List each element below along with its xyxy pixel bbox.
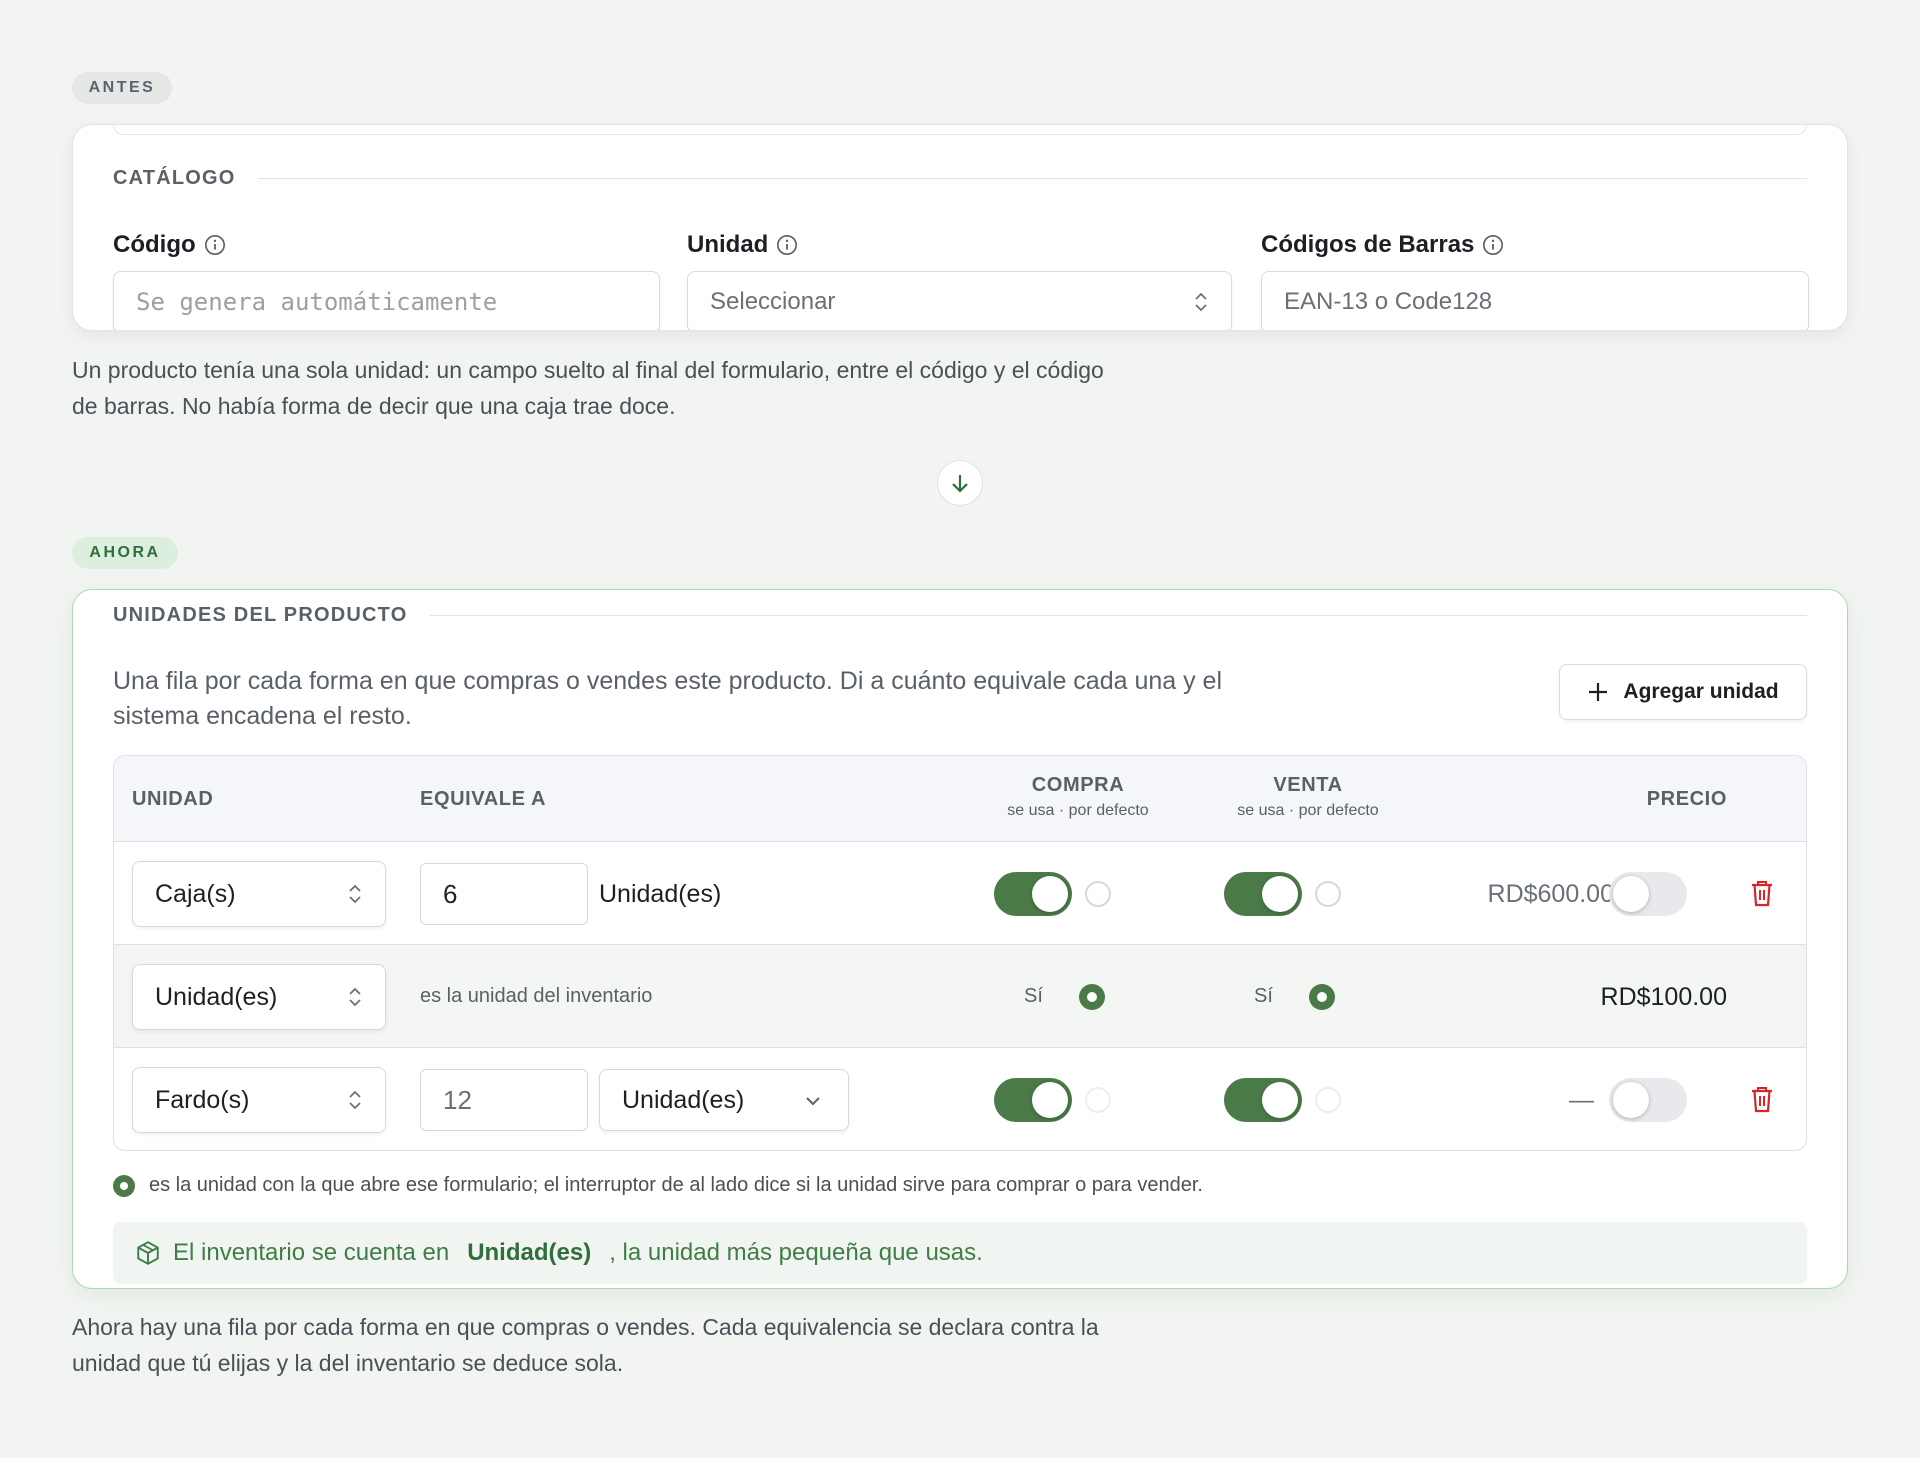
radio-selected-icon: [113, 1174, 135, 1197]
unit-select[interactable]: Unidad(es): [132, 964, 386, 1030]
compra-yes-label: Sí: [1024, 985, 1043, 1007]
section-divider: [429, 614, 1807, 617]
header-venta: VENTA: [1273, 774, 1343, 796]
package-icon: [137, 1241, 159, 1265]
table-row: Fardo(s) 12 Unidad(es) —: [114, 1048, 1806, 1150]
inventory-unit-banner: El inventario se cuenta en Unidad(es) , …: [113, 1222, 1807, 1284]
barras-input[interactable]: EAN-13 o Code128: [1261, 271, 1809, 330]
inventory-unit: Unidad(es): [467, 1239, 592, 1266]
header-compra: COMPRA: [1031, 774, 1125, 796]
compra-toggle[interactable]: [994, 872, 1072, 916]
compra-toggle[interactable]: [994, 1078, 1072, 1122]
info-icon[interactable]: [1482, 234, 1504, 256]
header-precio: PRECIO: [1646, 788, 1727, 810]
header-venta-sub: se usa · por defecto: [1237, 802, 1379, 819]
header-equivale: EQUIVALE A: [420, 788, 547, 810]
units-section-title: UNIDADES DEL PRODUCTO: [113, 604, 408, 626]
reference-unit-label: Unidad(es): [599, 880, 722, 908]
default-radio-legend: es la unidad con la que abre ese formula…: [113, 1174, 1203, 1197]
price-toggle[interactable]: [1609, 1078, 1687, 1122]
before-catalog-card: CATÁLOGO Código Se genera automáticament…: [72, 124, 1848, 331]
select-chevron-icon: [349, 884, 361, 904]
price-value: —: [1569, 1086, 1594, 1114]
trash-icon[interactable]: [1750, 879, 1774, 907]
after-description: Ahora hay una fila por cada forma en que…: [72, 1314, 1099, 1376]
quantity-input[interactable]: 6: [420, 863, 588, 925]
after-units-card: UNIDADES DEL PRODUCTO Una fila por cada …: [72, 589, 1848, 1289]
price-value: RD$600.00: [1487, 880, 1614, 908]
units-section-header: UNIDADES DEL PRODUCTO: [113, 604, 1807, 627]
previous-field-edge: [113, 125, 1807, 135]
info-icon[interactable]: [204, 234, 226, 256]
venta-default-radio[interactable]: [1309, 984, 1335, 1010]
select-chevron-icon: [349, 1090, 361, 1110]
venta-yes-label: Sí: [1254, 985, 1273, 1007]
table-row: Caja(s) 6 Unidad(es) RD$600.00: [114, 842, 1806, 945]
before-description: Un producto tenía una sola unidad: un ca…: [72, 357, 1104, 419]
unidad-label: Unidad: [687, 231, 798, 259]
inventory-prefix: El inventario se cuenta en: [173, 1239, 450, 1266]
compra-default-radio[interactable]: [1079, 984, 1105, 1010]
base-unit-note: es la unidad del inventario: [420, 985, 653, 1007]
chevron-down-icon: [806, 1097, 820, 1106]
arrow-down-icon: [937, 460, 983, 506]
table-row: Unidad(es) es la unidad del inventario S…: [114, 945, 1806, 1048]
price-value: RD$100.00: [1600, 983, 1727, 1011]
select-chevron-icon: [349, 987, 361, 1007]
header-compra-sub: se usa · por defecto: [1007, 802, 1149, 819]
quantity-input[interactable]: 12: [420, 1069, 588, 1131]
venta-toggle[interactable]: [1224, 1078, 1302, 1122]
barras-label: Códigos de Barras: [1261, 231, 1504, 259]
price-toggle[interactable]: [1609, 872, 1687, 916]
plus-icon: [1589, 683, 1608, 701]
codigo-label: Código: [113, 231, 226, 259]
compra-default-radio[interactable]: [1085, 1087, 1111, 1113]
after-badge: AHORA: [72, 537, 178, 569]
reference-unit-select[interactable]: Unidad(es): [599, 1069, 849, 1131]
venta-toggle[interactable]: [1224, 872, 1302, 916]
units-table: UNIDAD EQUIVALE A COMPRA se usa · por de…: [113, 755, 1807, 1151]
header-unidad: UNIDAD: [132, 788, 214, 810]
unit-select[interactable]: Fardo(s): [132, 1067, 386, 1133]
units-intro: Una fila por cada forma en que compras o…: [113, 667, 1223, 730]
before-badge: ANTES: [72, 72, 172, 104]
unidad-select[interactable]: Seleccionar: [687, 271, 1232, 330]
venta-default-radio[interactable]: [1315, 1087, 1341, 1113]
codigo-input[interactable]: Se genera automáticamente: [113, 271, 660, 330]
info-icon[interactable]: [776, 234, 798, 256]
compra-default-radio[interactable]: [1085, 881, 1111, 907]
inventory-suffix: , la unidad más pequeña que usas.: [609, 1239, 983, 1266]
add-unit-button[interactable]: Agregar unidad: [1559, 664, 1807, 720]
trash-icon[interactable]: [1750, 1085, 1774, 1113]
units-table-header: UNIDAD EQUIVALE A COMPRA se usa · por de…: [114, 756, 1806, 842]
catalog-section-header: CATÁLOGO: [113, 167, 1807, 190]
catalog-section-title: CATÁLOGO: [113, 167, 236, 189]
select-chevron-icon: [1195, 292, 1207, 312]
section-divider: [257, 177, 1807, 180]
venta-default-radio[interactable]: [1315, 881, 1341, 907]
unit-select[interactable]: Caja(s): [132, 861, 386, 927]
